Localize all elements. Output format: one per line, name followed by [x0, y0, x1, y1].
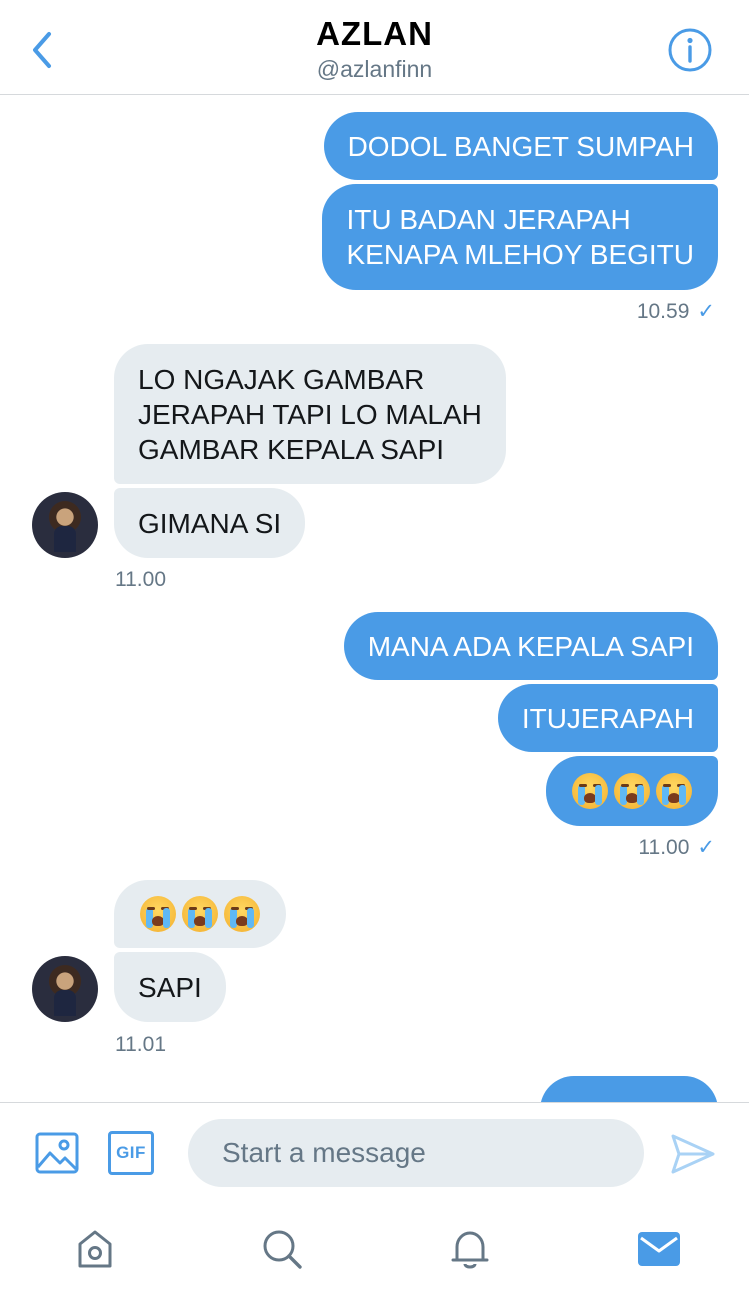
message-bubble[interactable]: [546, 756, 718, 826]
image-icon: [35, 1132, 79, 1174]
message-timestamp: 11.01: [115, 1033, 166, 1056]
message-bubble[interactable]: [114, 880, 286, 948]
message-text: GIMANA SI: [138, 507, 282, 539]
message-bubble[interactable]: ITU BADAN JERAPAH KENAPA MLEHOY BEGITU: [322, 184, 718, 290]
add-image-button[interactable]: [30, 1127, 84, 1179]
loudly-crying-face-icon: [224, 896, 260, 932]
message-timestamp: 11.00 ✓: [638, 836, 715, 859]
info-icon: [668, 28, 712, 72]
loudly-crying-face-icon: [614, 773, 650, 809]
loudly-crying-face-icon: [140, 896, 176, 932]
message-bubble[interactable]: MANA ADA KEPALA SAPI: [343, 612, 718, 680]
dm-conversation-screen: AZLAN @azlanfinn DODOL BANGET SUMPAH ITU…: [0, 0, 749, 1299]
conversation-header: AZLAN @azlanfinn: [0, 0, 749, 95]
search-icon: [263, 1230, 302, 1269]
gif-icon: GIF: [108, 1131, 154, 1175]
message-bubble[interactable]: LO NGAJAK GAMBAR JERAPAH TAPI LO MALAH G…: [114, 344, 506, 484]
conversation-title: AZLAN: [316, 15, 433, 52]
conversation-handle: @azlanfinn: [316, 56, 433, 82]
message-text: SAPI: [138, 971, 202, 1003]
loudly-crying-face-icon: [656, 773, 692, 809]
message-timestamp: 10.59 ✓: [636, 300, 715, 323]
gif-button[interactable]: GIF: [104, 1127, 158, 1179]
message-timestamp: 11.00: [115, 568, 166, 591]
message-text: ITU BADAN JERAPAH: [346, 204, 631, 235]
send-button[interactable]: [666, 1129, 720, 1179]
tab-home[interactable]: [66, 1220, 124, 1278]
message-bubble[interactable]: GIMANA SI: [114, 488, 306, 558]
tab-search[interactable]: [253, 1220, 311, 1278]
message-text: DODOL BANGET SUMPAH: [347, 130, 694, 162]
message-text: ITUJERAPAH: [521, 702, 694, 734]
loudly-crying-face-icon: [182, 896, 218, 932]
message-text: MANA ADA KEPALA SAPI: [367, 630, 694, 662]
loudly-crying-face-icon: [572, 773, 608, 809]
message-text: GAMBAR KEPALA SAPI: [138, 433, 445, 465]
message-input[interactable]: Start a message: [188, 1119, 644, 1187]
message-text: LO NGAJAK GAMBAR: [138, 363, 425, 395]
mail-icon: [638, 1232, 680, 1266]
info-button[interactable]: [666, 26, 714, 74]
tab-messages[interactable]: [630, 1220, 688, 1278]
message-bubble-partial[interactable]: [540, 1076, 718, 1102]
message-composer: GIF Start a message: [0, 1102, 749, 1200]
read-check-icon: ✓: [697, 300, 715, 323]
send-icon: [671, 1134, 715, 1174]
home-icon: [78, 1230, 112, 1268]
message-bubble[interactable]: DODOL BANGET SUMPAH: [323, 112, 718, 180]
avatar[interactable]: [32, 492, 98, 558]
message-bubble[interactable]: SAPI: [114, 952, 226, 1022]
bottom-tab-bar: [0, 1200, 749, 1299]
read-check-icon: ✓: [697, 836, 715, 859]
bell-icon: [451, 1231, 489, 1269]
message-list[interactable]: DODOL BANGET SUMPAH ITU BADAN JERAPAH KE…: [0, 96, 749, 1102]
message-text: JERAPAH TAPI LO MALAH: [138, 398, 482, 430]
tab-notifications[interactable]: [441, 1220, 499, 1278]
message-text: KENAPA MLEHOY BEGITU: [346, 239, 694, 270]
message-bubble[interactable]: ITUJERAPAH: [497, 684, 718, 752]
header-title-block[interactable]: AZLAN @azlanfinn: [0, 14, 749, 84]
avatar[interactable]: [32, 956, 98, 1022]
